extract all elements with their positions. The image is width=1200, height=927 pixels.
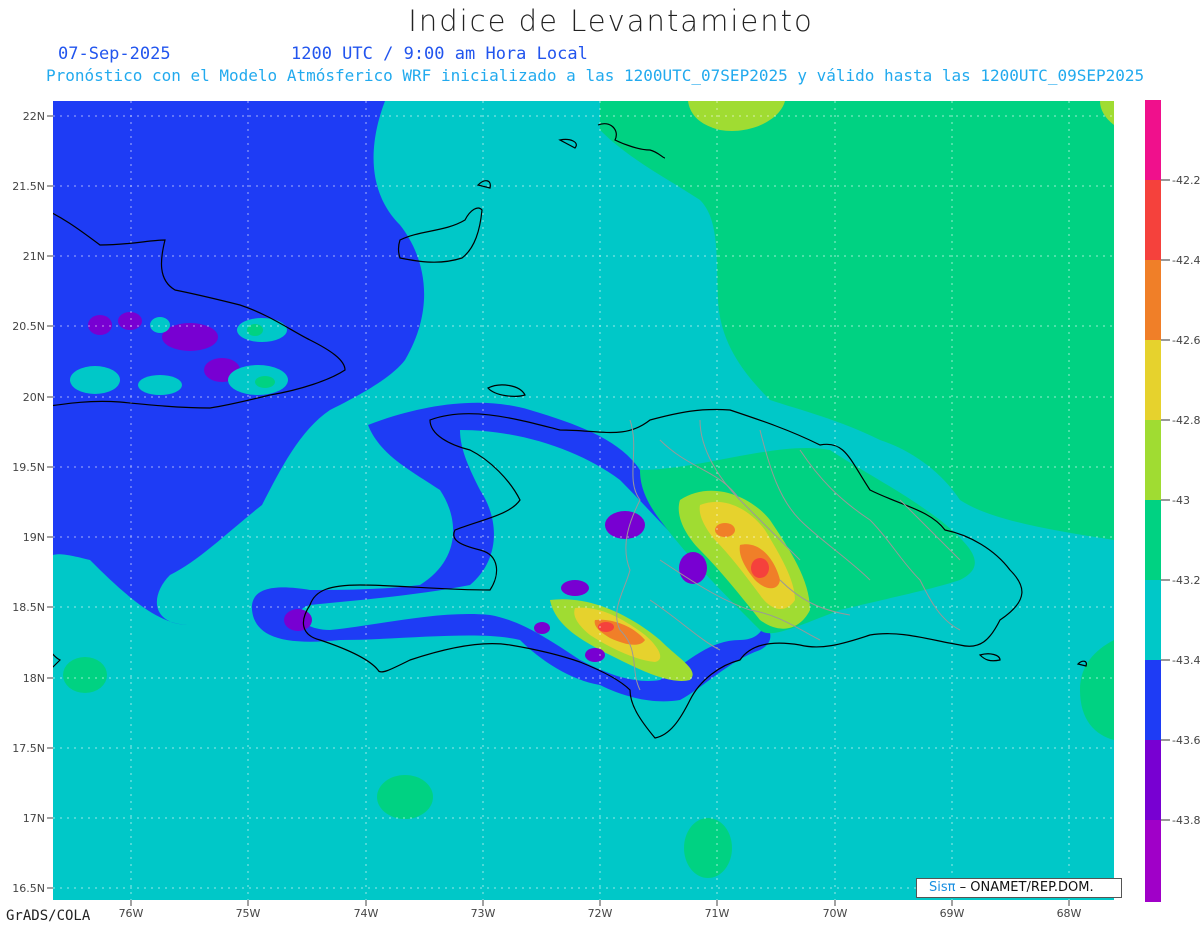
- lat-label: 17.5N: [12, 742, 45, 755]
- colorbar-swatch: [1145, 500, 1161, 580]
- credit-org: – ONAMET/REP.DOM.: [955, 880, 1094, 895]
- field-shading: [53, 101, 1114, 900]
- colorbar-label: -43: [1172, 494, 1190, 507]
- colorbar-swatch: [1145, 660, 1161, 740]
- lat-label: 16.5N: [12, 882, 45, 895]
- lat-label: 18.5N: [12, 601, 45, 614]
- colorbar-label: -42.2: [1172, 174, 1200, 187]
- lat-label: 21.5N: [12, 180, 45, 193]
- colorbar-swatch: [1145, 820, 1161, 902]
- colorbar-label: -42.6: [1172, 334, 1200, 347]
- colorbar-label: -42.4: [1172, 254, 1200, 267]
- colorbar-swatch: [1145, 420, 1161, 500]
- colorbar-swatch: [1145, 740, 1161, 820]
- lat-label: 17N: [23, 812, 45, 825]
- colorbar-label: -43.2: [1172, 574, 1200, 587]
- software-credit: GrADS/COLA: [6, 908, 91, 924]
- colorbar-swatch: [1145, 180, 1161, 260]
- colorbar-label: -42.8: [1172, 414, 1200, 427]
- lat-label: 20.5N: [12, 320, 45, 333]
- lat-label: 19.5N: [12, 461, 45, 474]
- lon-label: 75W: [236, 907, 261, 920]
- lat-label: 21N: [23, 250, 45, 263]
- lon-label: 68W: [1057, 907, 1082, 920]
- lat-label: 22N: [23, 110, 45, 123]
- forecast-map: 22N 21.5N 21N 20.5N 20N 19.5N 19N 18.5N …: [12, 100, 1200, 920]
- colorbar-swatch: [1145, 340, 1161, 420]
- lon-label: 74W: [354, 907, 379, 920]
- colorbar-swatch: [1145, 260, 1161, 340]
- lon-label: 76W: [119, 907, 144, 920]
- lon-label: 73W: [471, 907, 496, 920]
- colorbar-label: -43.8: [1172, 814, 1200, 827]
- lat-label: 19N: [23, 531, 45, 544]
- lon-label: 69W: [940, 907, 965, 920]
- lon-label: 70W: [823, 907, 848, 920]
- colorbar: -42.2 -42.4 -42.6 -42.8 -43 -43.2 -43.4 …: [1145, 100, 1200, 902]
- colorbar-label: -43.6: [1172, 734, 1200, 747]
- colorbar-swatch: [1145, 580, 1161, 660]
- lon-label: 71W: [705, 907, 730, 920]
- lon-label: 72W: [588, 907, 613, 920]
- credit-box: Sisπ – ONAMET/REP.DOM.: [916, 878, 1122, 898]
- lat-label: 20N: [23, 391, 45, 404]
- colorbar-swatch: [1145, 100, 1161, 180]
- lat-label: 18N: [23, 672, 45, 685]
- sispi-logo: Sisπ: [929, 880, 956, 895]
- colorbar-label: -43.4: [1172, 654, 1200, 667]
